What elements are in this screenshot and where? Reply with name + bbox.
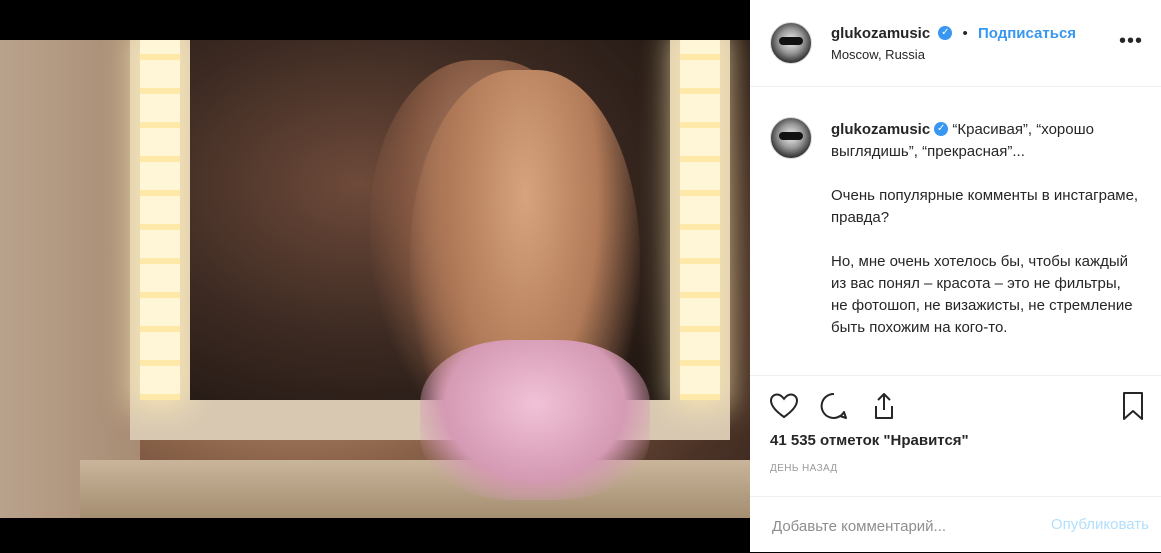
caption-paragraph: Но, мне очень хотелось бы, чтобы каждый … bbox=[831, 253, 1133, 336]
caption-avatar[interactable] bbox=[770, 117, 812, 159]
mirror-lights-left bbox=[140, 40, 180, 400]
comments-area: glukozamusic ✓ “Красивая”, “хорошо выгляд… bbox=[750, 87, 1161, 376]
post-media bbox=[0, 0, 750, 552]
post-header: glukozamusic ✓ • Подписаться Moscow, Rus… bbox=[750, 0, 1161, 87]
header-username[interactable]: glukozamusic bbox=[831, 25, 930, 42]
comment-icon[interactable] bbox=[818, 390, 850, 422]
comment-input[interactable] bbox=[770, 511, 1014, 541]
share-icon[interactable] bbox=[868, 390, 900, 422]
caption-text: glukozamusic ✓ “Красивая”, “хорошо выгляд… bbox=[831, 119, 1141, 361]
verified-badge-icon: ✓ bbox=[938, 26, 953, 41]
publish-button[interactable]: Опубликовать bbox=[1051, 516, 1149, 533]
post-actions bbox=[750, 376, 1161, 426]
avatar[interactable] bbox=[770, 22, 812, 64]
separator-dot: • bbox=[962, 25, 968, 42]
caption-username[interactable]: glukozamusic bbox=[831, 121, 930, 138]
post-side-panel: glukozamusic ✓ • Подписаться Moscow, Rus… bbox=[750, 0, 1161, 552]
avatar-mask bbox=[779, 132, 803, 140]
photo-skirt bbox=[420, 340, 650, 500]
photo-vanity-table bbox=[80, 460, 750, 518]
mirror-lights-right bbox=[680, 40, 720, 400]
location-link[interactable]: Moscow, Russia bbox=[831, 47, 925, 62]
post-photo[interactable] bbox=[0, 40, 750, 518]
bookmark-icon[interactable] bbox=[1117, 390, 1149, 422]
header-top-line: glukozamusic ✓ • Подписаться bbox=[831, 25, 1076, 42]
more-options-icon[interactable]: ••• bbox=[1119, 30, 1143, 53]
follow-button[interactable]: Подписаться bbox=[978, 25, 1076, 42]
caption-paragraph: Очень популярные комменты в инстаграме, … bbox=[831, 187, 1139, 226]
verified-badge-icon: ✓ bbox=[934, 122, 949, 137]
add-comment-bar: Опубликовать bbox=[750, 496, 1161, 553]
post-timestamp[interactable]: ДЕНЬ НАЗАД bbox=[770, 463, 838, 474]
heart-icon[interactable] bbox=[768, 390, 800, 422]
likes-count[interactable]: 41 535 отметок "Нравится" bbox=[770, 432, 969, 449]
avatar-mask bbox=[779, 37, 803, 45]
photo-wall bbox=[0, 40, 140, 518]
